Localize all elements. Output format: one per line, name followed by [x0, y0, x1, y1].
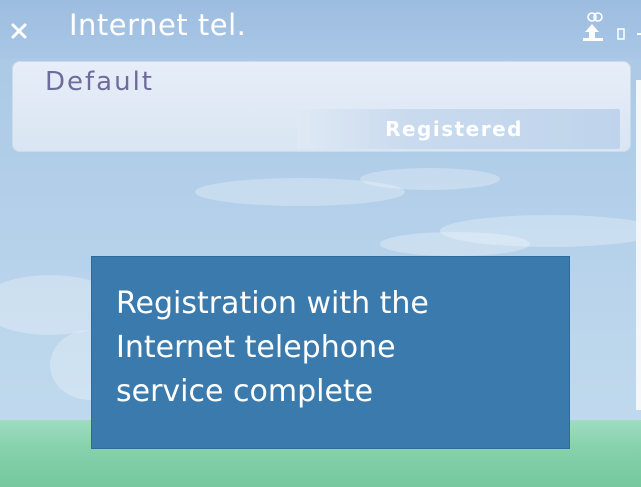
service-name: Default: [45, 67, 154, 97]
signal-icon: [583, 12, 603, 41]
cloud-decoration: [360, 168, 500, 190]
title-bar: Internet tel.: [0, 0, 641, 58]
app-title: Internet tel.: [69, 8, 247, 42]
edge-mark-icon: [637, 33, 641, 35]
service-list-item[interactable]: Default Registered: [12, 61, 631, 152]
status-text: Registered: [385, 117, 523, 141]
close-icon[interactable]: [10, 22, 28, 40]
cloud-decoration: [380, 232, 530, 256]
phone-screen: Internet tel. Default Registered Registr…: [0, 0, 641, 487]
info-note-popup: Registration with the Internet telephone…: [91, 256, 570, 449]
note-text: Registration with the Internet telephone…: [116, 286, 429, 409]
status-badge: Registered: [297, 109, 620, 149]
scrollbar-edge: [636, 80, 641, 410]
battery-icon: [617, 28, 625, 40]
